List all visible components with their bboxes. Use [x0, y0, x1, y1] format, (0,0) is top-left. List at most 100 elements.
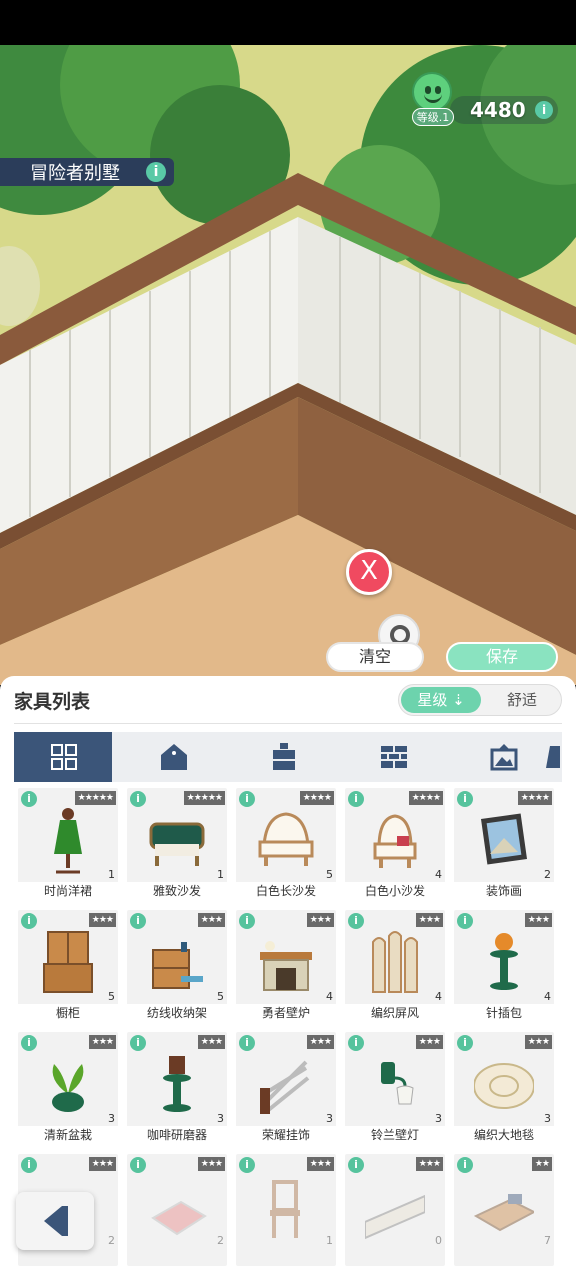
info-icon[interactable]: i — [348, 791, 364, 807]
furniture-item[interactable]: i ★★★ 0 — [345, 1154, 445, 1266]
info-icon[interactable]: i — [21, 1035, 37, 1051]
panel-title: 家具列表 — [14, 691, 91, 713]
status-bar — [0, 0, 576, 45]
star-rating: ★★★ — [197, 1035, 225, 1049]
info-icon[interactable]: i — [130, 913, 146, 929]
item-name: 清新盆栽 — [18, 1126, 118, 1144]
sort-toggle: 星级 ⇣ 舒适 — [398, 684, 562, 716]
tab-theme[interactable] — [124, 732, 222, 782]
points-info-icon[interactable]: i — [535, 101, 553, 119]
star-rating: ★★★★ — [517, 791, 552, 805]
item-name: 白色长沙发 — [236, 882, 336, 900]
info-icon[interactable]: i — [239, 913, 255, 929]
furniture-item[interactable]: i ★★★★ 4 白色小沙发 — [345, 788, 445, 900]
item-name: 时尚洋裙 — [18, 882, 118, 900]
tab-wall[interactable] — [344, 732, 442, 782]
star-rating: ★★★ — [524, 913, 552, 927]
furniture-item[interactable]: i ★★★ 3 编织大地毯 — [454, 1032, 554, 1144]
furniture-item[interactable]: i ★★★★★ 1 时尚洋裙 — [18, 788, 118, 900]
furniture-item[interactable]: i ★★★ 4 勇者壁炉 — [236, 910, 336, 1022]
star-rating: ★★★ — [415, 1157, 443, 1171]
back-arrow-icon — [44, 1206, 62, 1236]
item-name: 雅致沙发 — [127, 882, 227, 900]
grid-icon — [51, 744, 77, 770]
furniture-item[interactable]: i ★★★ 3 清新盆栽 — [18, 1032, 118, 1144]
theme-tag-icon — [161, 744, 187, 770]
item-name: 纺线收纳架 — [127, 1004, 227, 1022]
info-icon[interactable]: i — [457, 1157, 473, 1173]
furniture-item[interactable]: i ★★★ 2 — [127, 1154, 227, 1266]
tab-decor[interactable] — [454, 732, 552, 782]
info-icon[interactable]: i — [457, 791, 473, 807]
info-icon[interactable]: i — [348, 1035, 364, 1051]
sort-by-star-button[interactable]: 星级 ⇣ — [401, 687, 481, 713]
star-rating: ★★★ — [197, 1157, 225, 1171]
furniture-item[interactable]: i ★★ 7 — [454, 1154, 554, 1266]
star-rating: ★★★ — [415, 1035, 443, 1049]
tab-cabinet[interactable] — [234, 732, 332, 782]
item-count: 0 — [435, 1234, 442, 1247]
furniture-item[interactable]: i ★★★ 4 针插包 — [454, 910, 554, 1022]
info-icon[interactable]: i — [130, 1157, 146, 1173]
star-rating: ★★★★★ — [183, 791, 225, 805]
info-icon[interactable]: i — [239, 791, 255, 807]
item-count: 3 — [217, 1112, 224, 1125]
star-rating: ★★★ — [88, 913, 116, 927]
room-info-icon[interactable]: i — [146, 162, 166, 182]
info-icon[interactable]: i — [239, 1157, 255, 1173]
back-button[interactable] — [16, 1192, 94, 1250]
divider — [14, 723, 562, 724]
picture-icon — [490, 744, 518, 771]
item-name: 荣耀挂饰 — [236, 1126, 336, 1144]
item-count: 4 — [326, 990, 333, 1003]
armchair-icon — [373, 814, 417, 868]
info-icon[interactable]: i — [130, 1035, 146, 1051]
clear-button[interactable]: 清空 — [326, 642, 424, 672]
star-rating: ★★ — [531, 1157, 552, 1171]
star-rating: ★★★ — [306, 1035, 334, 1049]
info-icon[interactable]: i — [239, 1035, 255, 1051]
fireplace-icon — [260, 941, 312, 991]
furniture-item[interactable]: i ★★★★★ 1 雅致沙发 — [127, 788, 227, 900]
item-name: 编织大地毯 — [454, 1126, 554, 1144]
tab-all[interactable] — [14, 732, 112, 782]
sort-by-comfort-button[interactable]: 舒适 — [485, 687, 559, 713]
item-name: 白色小沙发 — [345, 882, 445, 900]
furniture-item[interactable]: i ★★★★ 5 白色长沙发 — [236, 788, 336, 900]
furniture-panel: 家具列表 星级 ⇣ 舒适 i ★★★★★ 1 时尚洋裙 i ★★★★★ 1 雅致… — [0, 676, 576, 1280]
furniture-item[interactable]: i ★★★ 4 编织屏风 — [345, 910, 445, 1022]
room-scene[interactable] — [0, 45, 576, 685]
chair-icon — [270, 1180, 300, 1238]
furniture-item[interactable]: i ★★★★ 2 装饰画 — [454, 788, 554, 900]
item-count: 3 — [326, 1112, 333, 1125]
item-count: 1 — [326, 1234, 333, 1247]
info-icon[interactable]: i — [21, 913, 37, 929]
painting-icon — [480, 813, 528, 865]
room-title-bar: 冒险者别墅 i — [0, 158, 174, 186]
furniture-item[interactable]: i ★★★ 5 纺线收纳架 — [127, 910, 227, 1022]
furniture-item[interactable]: i ★★★ 3 咖啡研磨器 — [127, 1032, 227, 1144]
info-icon[interactable]: i — [348, 913, 364, 929]
furniture-item[interactable]: i ★★★ 3 铃兰壁灯 — [345, 1032, 445, 1144]
tab-more[interactable] — [542, 732, 562, 782]
item-count: 2 — [108, 1234, 115, 1247]
furniture-item[interactable]: i ★★★ 1 — [236, 1154, 336, 1266]
item-count: 4 — [544, 990, 551, 1003]
wall-lamp-icon — [381, 1062, 414, 1105]
star-rating: ★★★ — [88, 1035, 116, 1049]
furniture-item[interactable]: i ★★★ 5 橱柜 — [18, 910, 118, 1022]
save-button[interactable]: 保存 — [446, 642, 558, 672]
comfort-smiley-icon[interactable] — [412, 72, 452, 112]
item-name: 针插包 — [454, 1004, 554, 1022]
info-icon[interactable]: i — [21, 791, 37, 807]
sofa-icon — [149, 822, 205, 866]
info-icon[interactable]: i — [130, 791, 146, 807]
close-button[interactable]: X — [346, 549, 392, 595]
info-icon[interactable]: i — [21, 1157, 37, 1173]
item-count: 2 — [217, 1234, 224, 1247]
cupboard-icon — [43, 931, 93, 993]
furniture-item[interactable]: i ★★★ 3 荣耀挂饰 — [236, 1032, 336, 1144]
info-icon[interactable]: i — [457, 913, 473, 929]
info-icon[interactable]: i — [348, 1157, 364, 1173]
info-icon[interactable]: i — [457, 1035, 473, 1051]
